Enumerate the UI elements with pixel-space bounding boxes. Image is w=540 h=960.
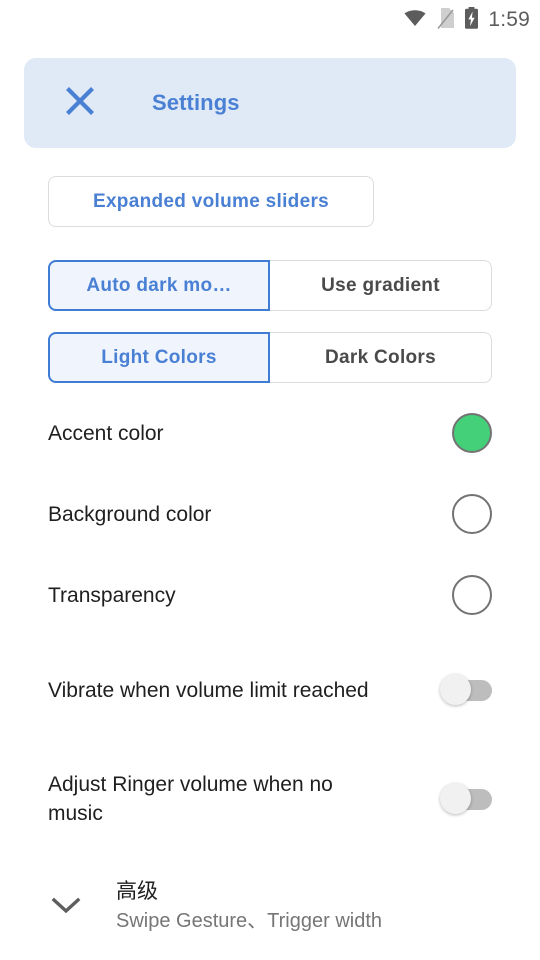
setting-label-adjust-ringer-no-music: Adjust Ringer volume when no music: [48, 773, 333, 825]
setting-row-vibrate-volume-limit[interactable]: Vibrate when volume limit reached: [0, 660, 540, 720]
expanded-volume-sliders-label: Expanded volume sliders: [92, 190, 330, 212]
setting-row-accent-color[interactable]: Accent color: [0, 412, 540, 454]
vibrate-volume-limit-toggle[interactable]: [440, 674, 492, 705]
segment-dark-colors[interactable]: Dark Colors: [270, 332, 492, 383]
page-title: Settings: [152, 90, 240, 115]
setting-label-background-color: Background color: [48, 502, 212, 526]
transparency-swatch[interactable]: [452, 575, 492, 615]
background-color-swatch[interactable]: [452, 494, 492, 534]
setting-row-transparency[interactable]: Transparency: [0, 574, 540, 616]
advanced-title: 高级: [116, 879, 158, 903]
wifi-icon: [403, 8, 427, 33]
setting-label-transparency: Transparency: [48, 583, 176, 607]
setting-row-adjust-ringer-no-music[interactable]: Adjust Ringer volume when no music: [0, 769, 540, 829]
segmented-control-color-scheme: Light Colors Dark Colors: [48, 332, 492, 383]
toggle-knob: [440, 783, 471, 814]
expanded-volume-sliders-button[interactable]: Expanded volume sliders: [48, 176, 374, 227]
advanced-subtitle: Swipe Gesture、Trigger width: [116, 909, 383, 932]
segmented-control-dark-mode-mode: Auto dark mo… Use gradient: [48, 260, 492, 311]
accent-color-swatch[interactable]: [452, 413, 492, 453]
advanced-section-expander[interactable]: 高级 Swipe Gesture、Trigger width: [0, 868, 540, 944]
app-screen: 1:59 Settings Expanded volume sliders Au…: [0, 0, 540, 960]
close-icon: [64, 85, 96, 122]
segment-light-colors[interactable]: Light Colors: [48, 332, 270, 383]
setting-row-background-color[interactable]: Background color: [0, 493, 540, 535]
battery-charging-icon: [464, 6, 479, 34]
chevron-down-icon: [38, 897, 94, 915]
advanced-texts: 高级 Swipe Gesture、Trigger width: [116, 879, 382, 934]
setting-label-accent-color: Accent color: [48, 421, 164, 445]
close-button[interactable]: [50, 73, 110, 133]
status-bar: 1:59: [0, 0, 540, 40]
setting-label-vibrate-volume-limit: Vibrate when volume limit reached: [48, 678, 369, 702]
toggle-knob: [440, 674, 471, 705]
settings-header: Settings: [24, 58, 516, 148]
no-sim-icon: [436, 7, 455, 34]
segment-use-gradient[interactable]: Use gradient: [270, 260, 492, 311]
adjust-ringer-no-music-toggle[interactable]: [440, 783, 492, 814]
segment-auto-dark-mode[interactable]: Auto dark mo…: [48, 260, 270, 311]
status-time: 1:59: [488, 8, 530, 31]
